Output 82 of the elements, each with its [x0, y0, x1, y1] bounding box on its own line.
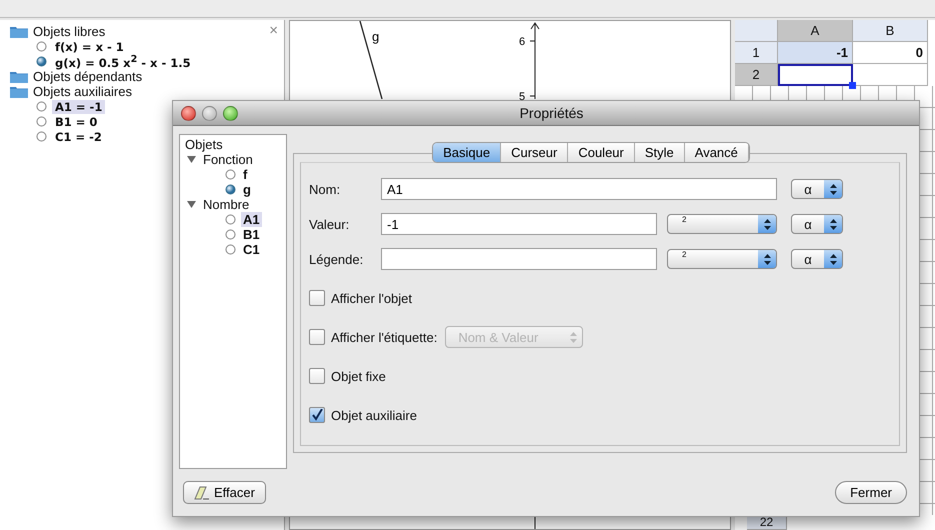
checkbox-label[interactable]: Objet auxiliaire — [331, 408, 417, 422]
visibility-dot-icon[interactable] — [225, 169, 236, 180]
tab[interactable]: Basique — [433, 143, 502, 162]
folder-label: Objets auxiliaires — [33, 84, 132, 99]
tab[interactable]: Curseur — [501, 143, 568, 162]
zoom-icon[interactable] — [223, 106, 238, 120]
visibility-dot-icon[interactable] — [225, 229, 236, 240]
close-icon[interactable]: × — [269, 22, 278, 39]
field-label: Valeur: — [309, 216, 350, 232]
tree-root-label: Objets — [184, 137, 224, 152]
visibility-dot-icon[interactable] — [225, 244, 236, 255]
field-label: Nom: — [309, 182, 342, 196]
visibility-dot-icon[interactable] — [36, 131, 47, 142]
algebra-item[interactable]: B1 = 0 — [52, 114, 100, 128]
table-cell[interactable] — [778, 64, 853, 86]
checkbox[interactable] — [309, 329, 325, 345]
minimize-icon[interactable] — [202, 106, 217, 120]
checkbox-label[interactable]: Afficher l'objet — [331, 290, 412, 306]
tab[interactable]: Couleur — [568, 143, 635, 162]
stepper-icon — [830, 218, 836, 230]
visibility-dot-icon[interactable] — [36, 116, 47, 127]
tree-item[interactable]: f — [241, 167, 250, 182]
visibility-dot-icon[interactable] — [225, 184, 236, 195]
table-cell[interactable] — [853, 64, 928, 86]
axis-tick-label: 6 — [519, 36, 526, 48]
tree-item[interactable]: A1 — [241, 212, 262, 227]
tab[interactable]: Avancé — [684, 143, 749, 162]
folder-icon — [10, 70, 28, 83]
precision-select[interactable]: 2 — [667, 249, 777, 269]
algebra-item[interactable]: A1 = -1 — [52, 100, 106, 114]
close-icon[interactable] — [181, 106, 196, 120]
tree-group-label[interactable]: Fonction — [201, 152, 255, 167]
table-cell[interactable]: 0 — [853, 42, 928, 64]
text-field[interactable]: A1 — [381, 178, 777, 200]
stepper-icon — [764, 218, 770, 230]
stepper-icon — [830, 184, 836, 194]
checkbox[interactable] — [309, 368, 325, 384]
disclosure-triangle-icon[interactable] — [187, 200, 196, 209]
tree-item[interactable]: g — [241, 182, 253, 197]
algebra-item[interactable]: C1 = -2 — [52, 130, 105, 144]
column-header[interactable]: B — [853, 20, 928, 42]
disclosure-triangle-icon[interactable] — [187, 155, 196, 164]
tree-item[interactable]: C1 — [241, 242, 262, 257]
axis-tick-label: 5 — [519, 91, 526, 103]
corner-cell — [735, 20, 778, 42]
stepper-icon — [830, 254, 836, 264]
algebra-item[interactable]: g(x) = 0.5 x$^{2}$ - x - 1.5 — [52, 54, 194, 70]
visibility-dot-icon[interactable] — [36, 56, 47, 67]
table-cell[interactable]: -1 — [778, 42, 853, 64]
stepper-icon — [570, 332, 577, 342]
symbol-select[interactable]: α — [791, 179, 843, 199]
folder-label: Objets dépendants — [33, 69, 142, 84]
text-field[interactable]: -1 — [381, 213, 657, 235]
symbol-select[interactable]: α — [791, 249, 843, 269]
row-header[interactable]: 2 — [735, 64, 778, 86]
checkbox[interactable] — [309, 290, 325, 306]
stepper-icon — [764, 254, 770, 264]
field-label: Légende: — [309, 252, 364, 266]
folder-label: Objets libres — [33, 24, 106, 39]
tree-item[interactable]: B1 — [241, 227, 262, 242]
delete-button[interactable]: Effacer — [183, 481, 266, 504]
visibility-dot-icon[interactable] — [36, 101, 47, 112]
checkbox-label[interactable]: Objet fixe — [331, 368, 386, 384]
algebra-item[interactable]: f(x) = x - 1 — [52, 40, 127, 54]
curve-label: g — [372, 29, 380, 44]
fill-handle[interactable] — [849, 82, 856, 89]
window-title: Propriétés — [520, 105, 584, 121]
column-header[interactable]: A — [778, 20, 853, 42]
tab[interactable]: Style — [634, 143, 685, 162]
eraser-icon — [194, 486, 210, 500]
tree-group-label[interactable]: Nombre — [201, 197, 252, 212]
visibility-dot-icon[interactable] — [225, 214, 236, 225]
checkbox[interactable] — [309, 407, 325, 423]
text-field[interactable] — [381, 248, 657, 270]
visibility-dot-icon[interactable] — [36, 41, 47, 52]
precision-select[interactable]: 2 — [667, 214, 777, 234]
checkbox-label[interactable]: Afficher l'étiquette: — [331, 330, 438, 344]
folder-icon — [10, 25, 28, 38]
row-header[interactable]: 1 — [735, 42, 778, 64]
folder-icon — [10, 85, 28, 98]
symbol-select[interactable]: α — [791, 214, 843, 234]
close-button[interactable]: Fermer — [835, 481, 907, 504]
